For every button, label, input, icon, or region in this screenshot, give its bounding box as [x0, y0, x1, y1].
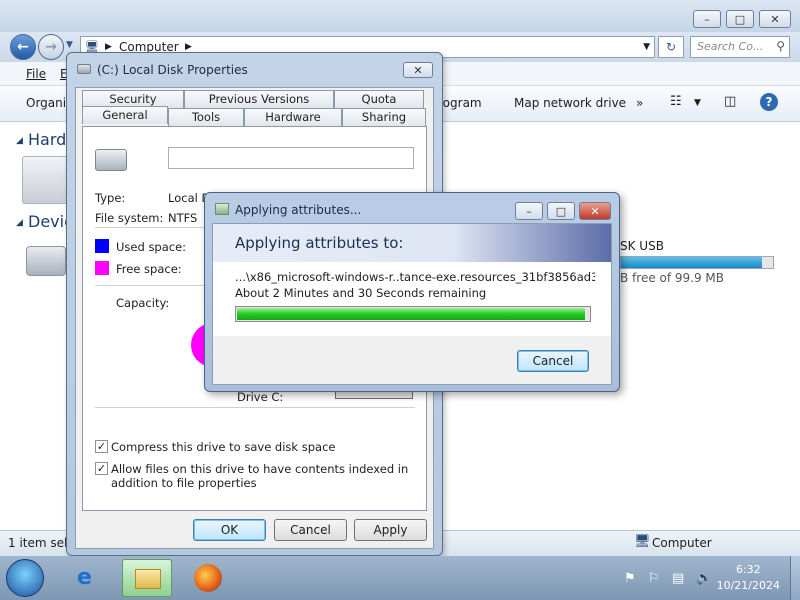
cancel-button[interactable]: Cancel [274, 519, 347, 541]
dialog-title: (C:) Local Disk Properties [97, 63, 248, 77]
ok-button[interactable]: OK [193, 519, 266, 541]
dialog-body: Applying attributes to: ...\x86_microsof… [212, 223, 612, 385]
compress-label[interactable]: Compress this drive to save disk space [111, 440, 335, 454]
close-button[interactable]: ✕ [403, 62, 433, 78]
forward-button[interactable]: → [38, 34, 64, 60]
file-system-value: NTFS [168, 211, 198, 225]
menu-file[interactable]: File [26, 67, 46, 81]
address-dropdown-icon[interactable]: ▼ [643, 42, 650, 52]
dialog-title: Applying attributes... [235, 203, 362, 217]
search-input[interactable]: Search Co... ⚲ [690, 36, 790, 58]
tab-previous-versions[interactable]: Previous Versions [184, 90, 334, 108]
minimize-button[interactable]: – [693, 10, 721, 28]
maximize-button[interactable]: □ [726, 10, 754, 28]
explorer-titlebar [0, 0, 800, 34]
drive-icon [95, 149, 127, 171]
refresh-button[interactable]: ↻ [658, 36, 684, 58]
index-label[interactable]: Allow files on this drive to have conten… [111, 462, 411, 490]
status-location: Computer [652, 536, 712, 550]
minimize-icon: – [526, 204, 532, 218]
network-icon[interactable]: ▤ [672, 571, 684, 586]
drive-letter-label: Drive C: [237, 390, 284, 404]
tab-tools[interactable]: Tools [168, 108, 244, 126]
usb-space-fill [621, 257, 763, 268]
uninstall-program-button[interactable]: rogram [438, 96, 482, 110]
tab-quota[interactable]: Quota [334, 90, 424, 108]
usb-drive-icon[interactable] [26, 246, 66, 276]
progress-bar [235, 306, 591, 322]
maximize-icon: □ [555, 204, 567, 218]
group-hard-disk-drives[interactable]: Hard [28, 130, 66, 149]
clock-time: 6:32 [735, 563, 761, 576]
more-commands-button[interactable]: » [636, 96, 643, 110]
start-button[interactable] [6, 559, 44, 597]
attributes-icon [215, 203, 229, 215]
minimize-button[interactable]: – [515, 202, 543, 220]
tab-hardware[interactable]: Hardware [244, 108, 342, 126]
drive-icon [77, 64, 91, 74]
file-system-label: File system: [95, 211, 164, 225]
search-placeholder: Search Co... [697, 40, 764, 53]
taskbar: e ⚑ ⚐ ▤ 🔈 6:32 10/21/2024 [0, 556, 800, 600]
view-options-icon[interactable]: ☷ [670, 94, 682, 109]
dialog-banner: Applying attributes to: [213, 224, 611, 262]
flag-icon[interactable]: ⚐ [648, 571, 660, 586]
firefox-icon [194, 564, 222, 592]
preview-pane-icon[interactable]: ◫ [724, 94, 736, 109]
divider [95, 407, 415, 408]
close-button[interactable]: ✕ [759, 10, 791, 28]
map-network-drive-button[interactable]: Map network drive [514, 96, 626, 110]
help-icon[interactable]: ? [760, 93, 778, 111]
local-disk-icon[interactable] [22, 156, 68, 204]
close-button[interactable]: ✕ [579, 202, 611, 220]
close-icon: ✕ [413, 63, 423, 77]
usb-space-bar [620, 256, 774, 269]
view-dropdown-icon[interactable]: ▼ [694, 98, 701, 108]
index-checkbox[interactable]: ✓ [95, 462, 108, 475]
collapse-icon[interactable]: ◢ [16, 218, 23, 228]
status-selection: 1 item sele [8, 536, 75, 550]
current-file-path: ...\x86_microsoft-windows-r..tance-exe.r… [235, 270, 595, 284]
system-clock[interactable]: 6:32 10/21/2024 [717, 562, 780, 594]
usb-drive-label[interactable]: SK USB [620, 239, 664, 253]
type-label: Type: [95, 191, 126, 205]
refresh-icon: ↻ [665, 40, 677, 54]
clock-date: 10/21/2024 [716, 579, 780, 592]
breadcrumb-chevron-icon[interactable]: ▶ [185, 42, 192, 52]
applying-attributes-dialog: Applying attributes... – □ ✕ Applying at… [204, 192, 620, 392]
volume-icon[interactable]: 🔈 [696, 571, 712, 586]
free-space-swatch [95, 261, 109, 275]
time-remaining: About 2 Minutes and 30 Seconds remaining [235, 286, 487, 300]
applying-heading: Applying attributes to: [235, 234, 404, 252]
action-center-icon[interactable]: ⚑ [624, 571, 636, 586]
progress-fill [237, 308, 586, 320]
taskbar-internet-explorer[interactable]: e [66, 559, 116, 597]
tab-sharing[interactable]: Sharing [342, 108, 426, 126]
internet-explorer-icon: e [77, 565, 92, 590]
computer-icon: 🖥 [634, 534, 651, 549]
free-space-label: Free space: [116, 262, 182, 276]
capacity-label: Capacity: [116, 296, 170, 310]
apply-button[interactable]: Apply [354, 519, 427, 541]
taskbar-firefox[interactable] [184, 559, 234, 597]
compress-checkbox[interactable]: ✓ [95, 440, 108, 453]
back-button[interactable]: ← [10, 34, 36, 60]
close-icon: ✕ [590, 204, 600, 218]
recent-pages-icon[interactable]: ▼ [66, 40, 73, 50]
tab-general[interactable]: General [82, 106, 168, 124]
drive-name-input[interactable] [168, 147, 414, 169]
search-icon: ⚲ [776, 39, 785, 53]
show-desktop-button[interactable] [790, 556, 800, 600]
used-space-label: Used space: [116, 240, 187, 254]
breadcrumb-chevron-icon: ▶ [105, 42, 112, 52]
used-space-swatch [95, 239, 109, 253]
taskbar-windows-explorer[interactable] [122, 559, 172, 597]
maximize-button[interactable]: □ [547, 202, 575, 220]
folder-icon [135, 569, 161, 589]
usb-free-space: B free of 99.9 MB [620, 271, 725, 285]
cancel-button[interactable]: Cancel [517, 350, 589, 372]
collapse-icon[interactable]: ◢ [16, 136, 23, 146]
